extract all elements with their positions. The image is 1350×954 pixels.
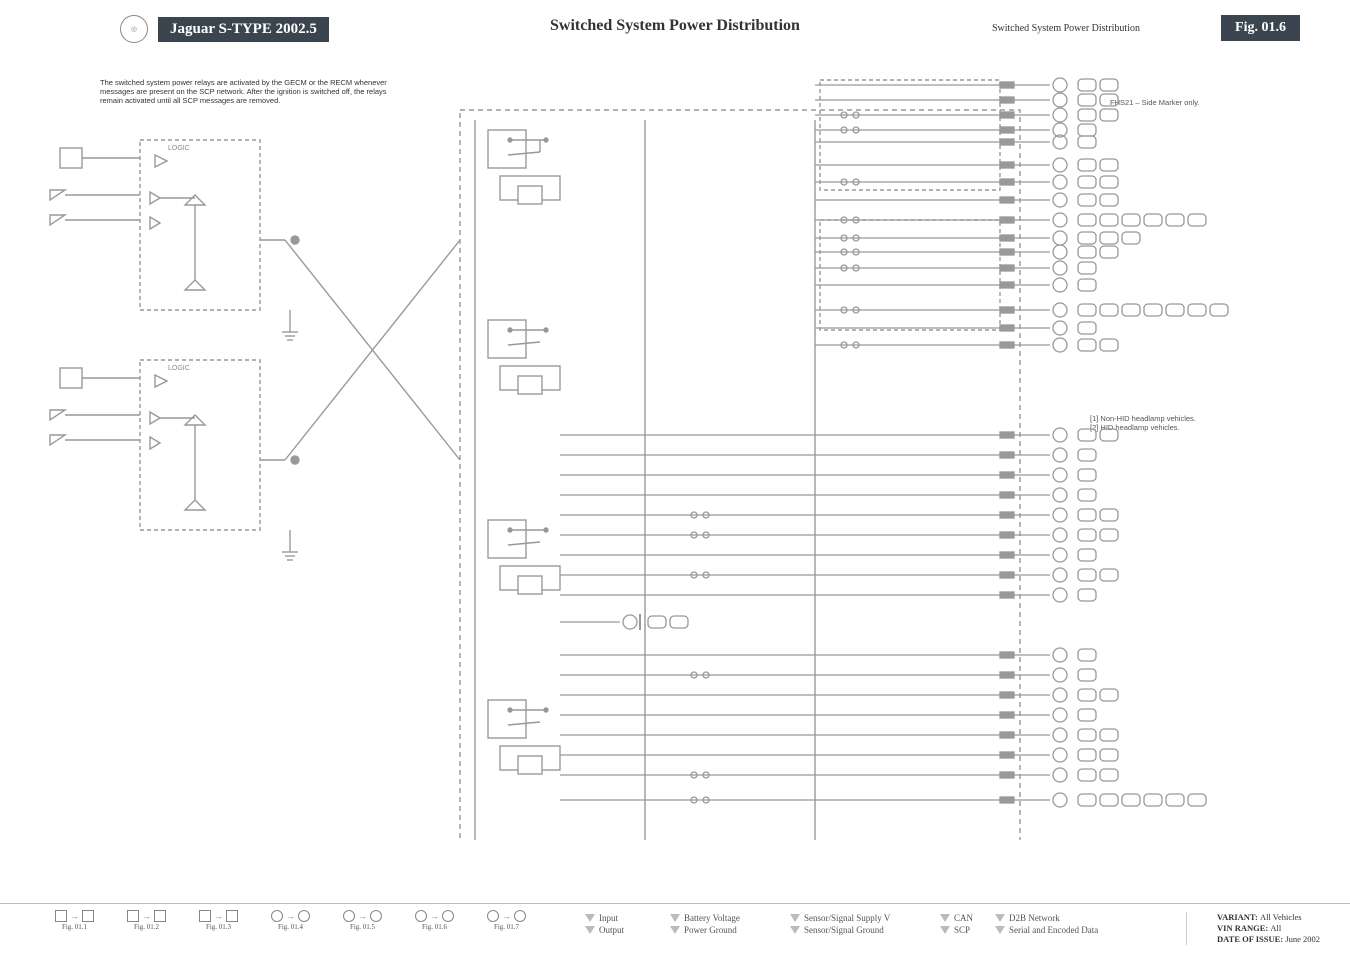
legend-serial: Serial and Encoded Data (1009, 925, 1098, 935)
legend-signal-ground: Sensor/Signal Ground (804, 925, 884, 935)
fig-nav-fig-01-5[interactable]: →Fig. 01.5 (343, 910, 382, 931)
triangle-icon (585, 926, 595, 934)
meta-vin-value: All (1270, 923, 1281, 933)
triangle-icon (790, 926, 800, 934)
wiring-diagram: LOGIC LOGIC (0, 60, 1350, 840)
legend-col-1: Input Output (585, 912, 624, 936)
legend-col-4: CAN SCP (940, 912, 973, 936)
legend-scp: SCP (954, 925, 970, 935)
triangle-icon (940, 914, 950, 922)
header: ◎ Jaguar S-TYPE 2002.5 Switched System P… (0, 20, 1350, 50)
fig-nav-fig-01-4[interactable]: →Fig. 01.4 (271, 910, 310, 931)
meta-date-label: DATE OF ISSUE: (1217, 934, 1283, 944)
meta-block: VARIANT: All Vehicles VIN RANGE: All DAT… (1186, 912, 1320, 945)
logic-label-2: LOGIC (168, 365, 190, 372)
footer: →Fig. 01.1 →Fig. 01.2 →Fig. 01.3 →Fig. 01.4… (0, 903, 1350, 944)
fig-nav-fig-01-2[interactable]: →Fig. 01.2 (127, 910, 166, 931)
fig-nav-fig-01-3[interactable]: →Fig. 01.3 (199, 910, 238, 931)
triangle-icon (995, 914, 1005, 922)
meta-variant-label: VARIANT: (1217, 912, 1258, 922)
triangle-icon (940, 926, 950, 934)
triangle-icon (790, 914, 800, 922)
legend-col-2: Battery Voltage Power Ground (670, 912, 740, 936)
triangle-icon (995, 926, 1005, 934)
triangle-icon (670, 926, 680, 934)
legend-col-5: D2B Network Serial and Encoded Data (995, 912, 1098, 936)
meta-date-value: June 2002 (1285, 934, 1320, 944)
legend-col-3: Sensor/Signal Supply V Sensor/Signal Gro… (790, 912, 890, 936)
legend-input: Input (599, 913, 618, 923)
meta-vin-label: VIN RANGE: (1217, 923, 1268, 933)
legend-supply-v: Sensor/Signal Supply V (804, 913, 890, 923)
legend-battery-voltage: Battery Voltage (684, 913, 740, 923)
logic-label-1: LOGIC (168, 145, 190, 152)
page-root: ◎ Jaguar S-TYPE 2002.5 Switched System P… (0, 0, 1350, 954)
meta-variant-value: All Vehicles (1260, 912, 1302, 922)
breadcrumb: Switched System Power Distribution (992, 23, 1140, 34)
fig-nav-fig-01-7[interactable]: →Fig. 01.7 (487, 910, 526, 931)
page-title: Switched System Power Distribution (0, 17, 1350, 35)
legend-d2b: D2B Network (1009, 913, 1060, 923)
legend-power-ground: Power Ground (684, 925, 737, 935)
triangle-icon (585, 914, 595, 922)
figure-badge: Fig. 01.6 (1221, 15, 1300, 41)
legend-output: Output (599, 925, 624, 935)
fig-nav-fig-01-1[interactable]: →Fig. 01.1 (55, 910, 94, 931)
triangle-icon (670, 914, 680, 922)
legend-can: CAN (954, 913, 973, 923)
fig-nav-fig-01-6[interactable]: →Fig. 01.6 (415, 910, 454, 931)
